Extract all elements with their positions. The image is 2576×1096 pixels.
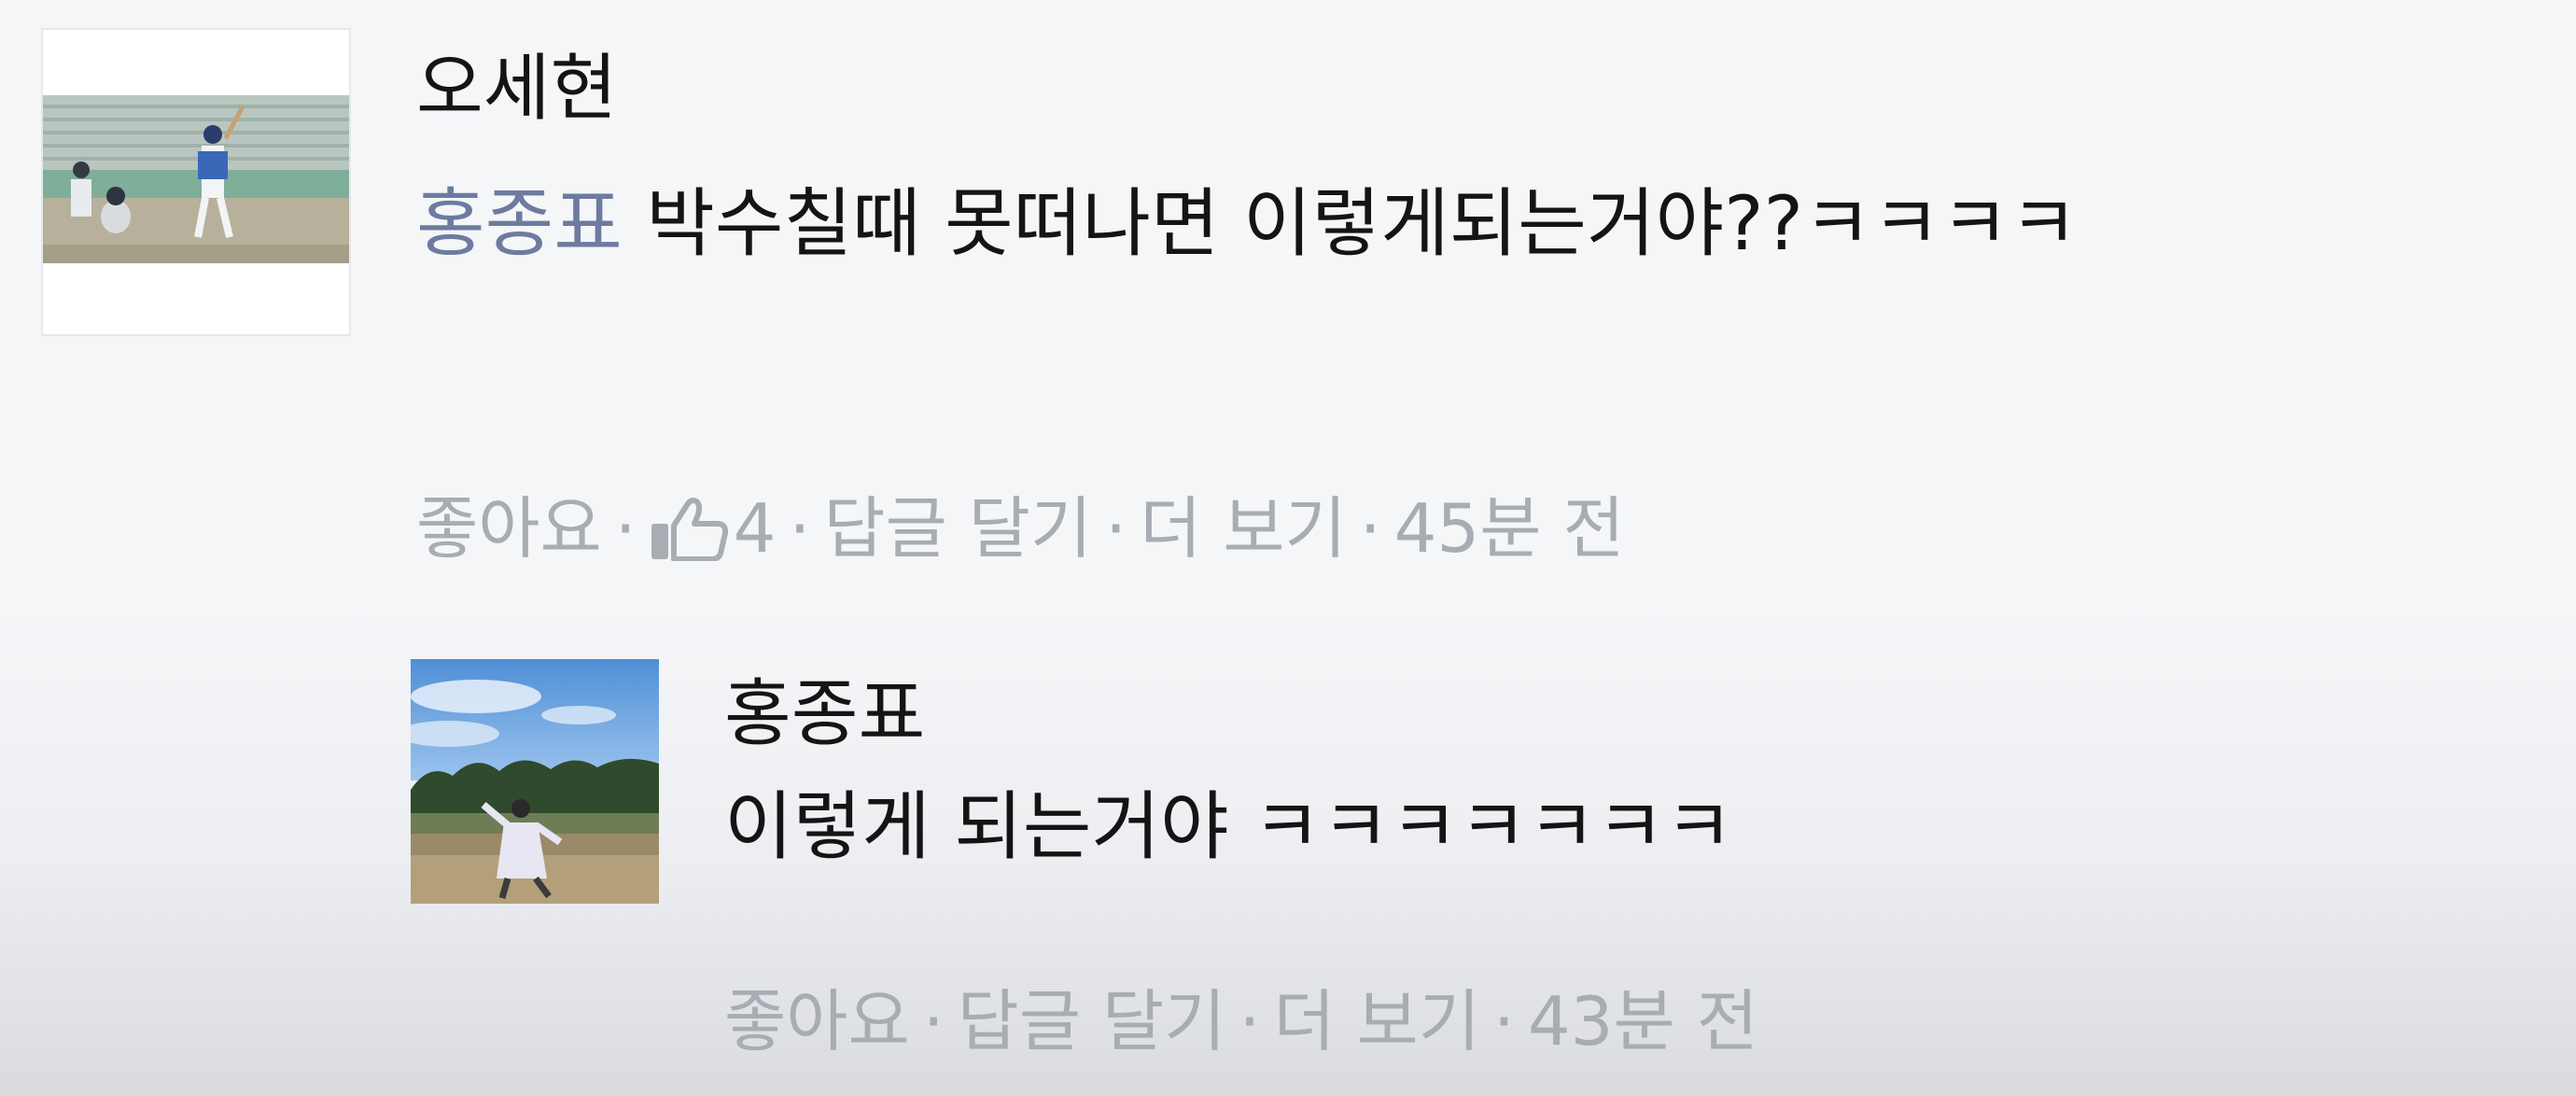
separator: · — [1105, 489, 1127, 568]
baseball-batter-photo — [43, 30, 349, 334]
comment-author[interactable]: 오세현 — [416, 52, 617, 125]
thumbs-up-icon — [650, 496, 728, 561]
like-button[interactable]: 좋아요 — [416, 495, 602, 562]
avatar[interactable] — [411, 659, 659, 904]
mention-link[interactable]: 홍종표 — [416, 180, 623, 267]
comment-actions: 좋아요 · 4 · 답글 달기 · 더 보기 · 45분 전 — [416, 495, 1625, 562]
reply-button[interactable]: 답글 달기 — [958, 988, 1226, 1055]
timestamp[interactable]: 45분 전 — [1394, 495, 1625, 562]
comment-text: 이렇게 되는거야 ㅋㅋㅋㅋㅋㅋㅋ — [724, 783, 1734, 870]
separator: · — [1359, 489, 1381, 568]
reply-button[interactable]: 답글 달기 — [823, 495, 1092, 562]
comment-text: 홍종표 박수칠때 못떠나면 이렇게되는거야??ㅋㅋㅋㅋ — [416, 153, 2563, 295]
comment-author[interactable]: 홍종표 — [724, 678, 925, 751]
separator: · — [789, 489, 811, 568]
separator: · — [614, 489, 637, 568]
separator: · — [1492, 982, 1515, 1061]
more-button[interactable]: 더 보기 — [1273, 988, 1480, 1055]
like-button[interactable]: 좋아요 — [724, 988, 910, 1055]
separator: · — [922, 982, 945, 1061]
timestamp[interactable]: 43분 전 — [1528, 988, 1758, 1055]
avatar[interactable] — [43, 30, 349, 334]
like-count[interactable]: 4 — [734, 495, 777, 562]
more-button[interactable]: 더 보기 — [1140, 495, 1347, 562]
comment-actions: 좋아요 · 답글 달기 · 더 보기 · 43분 전 — [724, 988, 1758, 1055]
field-pitcher-photo — [411, 659, 659, 904]
comment-message: 박수칠때 못떠나면 이렇게되는거야??ㅋㅋㅋㅋ — [646, 180, 2079, 267]
separator: · — [1239, 982, 1261, 1061]
